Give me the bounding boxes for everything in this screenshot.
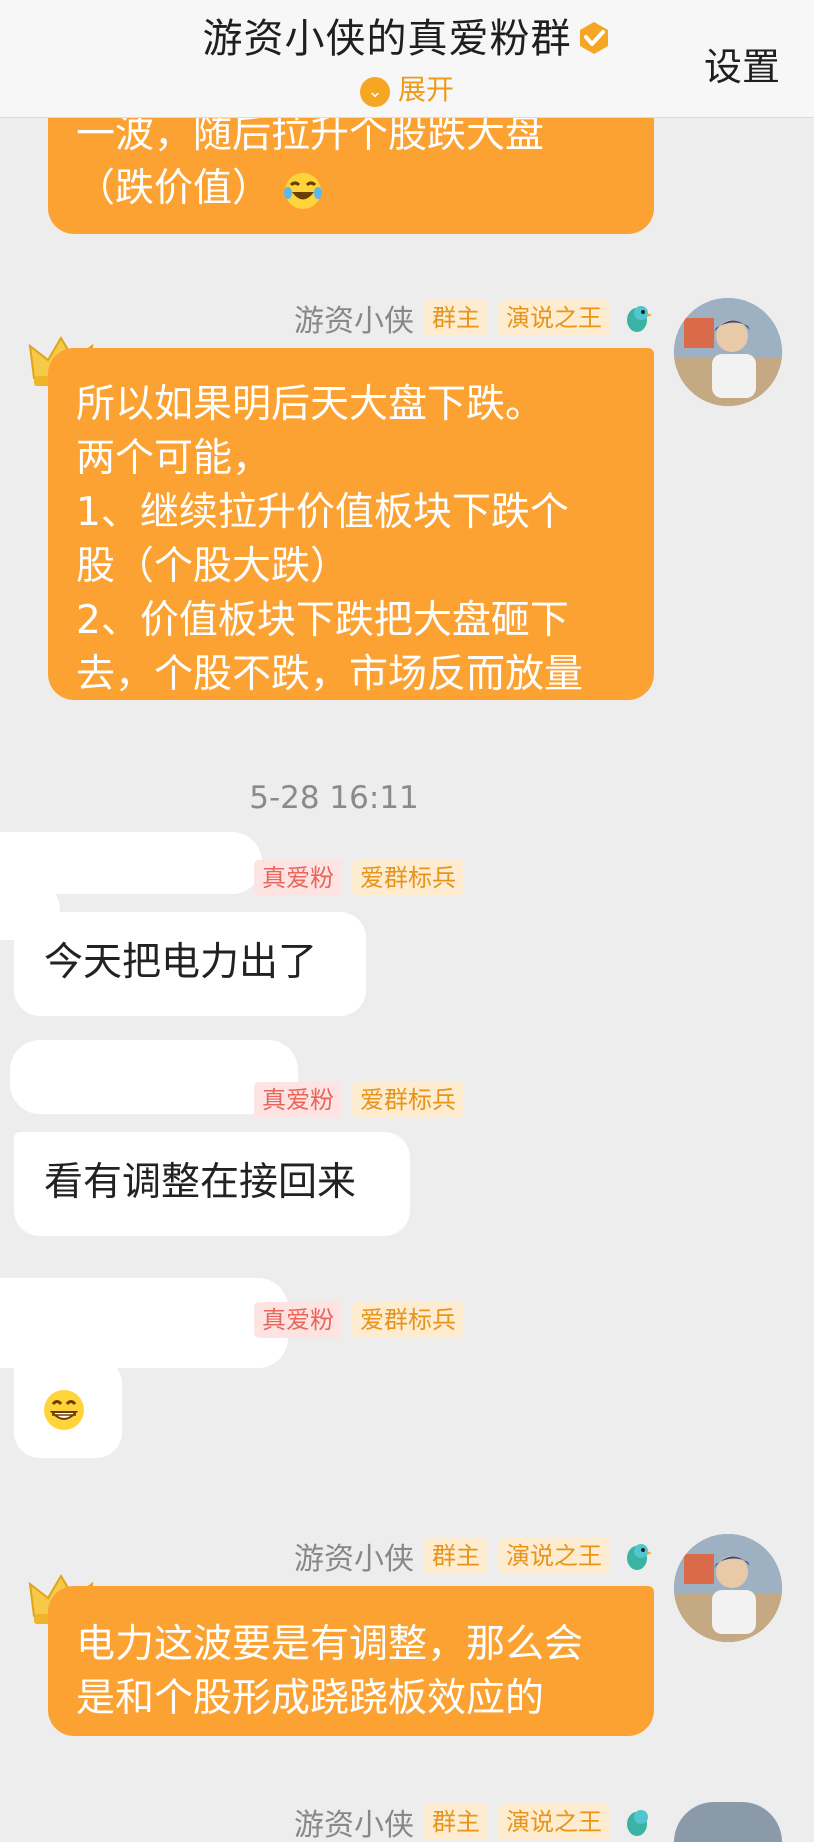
sender-name[interactable]: 游资小侠 — [294, 296, 414, 340]
group-title[interactable]: 游资小侠的真爱粉群 — [0, 6, 814, 64]
message-line: 2、价值板块下跌把大盘砸下 — [76, 598, 569, 643]
message-timestamp: 5-28 16:11 — [249, 780, 419, 816]
avatar[interactable] — [674, 1802, 782, 1842]
owner-badge: 群主 — [424, 300, 488, 336]
message-text: 今天把电力出了 — [44, 940, 318, 985]
owner-badge: 群主 — [424, 1804, 488, 1840]
avatar[interactable] — [674, 1534, 782, 1642]
settings-button[interactable]: 设置 — [704, 36, 780, 91]
title-badge: 演说之王 — [498, 300, 610, 336]
grinning-face-emoji-icon — [44, 1390, 84, 1430]
parrot-icon — [627, 1544, 652, 1570]
expand-label: 展开 — [397, 73, 454, 106]
owner-badge: 群主 — [424, 1538, 488, 1574]
message-line: （跌价值） — [76, 162, 628, 216]
message-line: 电力这波要是有调整，那么会 — [76, 1622, 584, 1667]
sender-row: 真爱粉 爱群标兵 — [254, 1082, 464, 1118]
chevron-down-icon: ⌄ — [359, 77, 390, 107]
member-badge: 爱群标兵 — [352, 1082, 464, 1118]
message-bubble[interactable]: 今天把电力出了 — [14, 912, 366, 1016]
redacted-sender — [0, 1278, 288, 1368]
message-bubble[interactable] — [14, 1358, 122, 1458]
message-bubble[interactable]: 电力这波要是有调整，那么会 是和个股形成跷跷板效应的 — [48, 1586, 654, 1736]
message-bubble[interactable]: 看有调整在接回来 — [14, 1132, 410, 1236]
message-line: 两个可能， — [76, 436, 272, 481]
sender-row: 游资小侠 群主 演说之王 — [294, 1800, 654, 1842]
member-badge: 爱群标兵 — [352, 860, 464, 896]
message-bubble[interactable]: 所以如果明后天大盘下跌。 两个可能， 1、继续拉升价值板块下跌个 股（个股大跌）… — [48, 348, 654, 700]
laughing-tears-emoji-icon — [284, 172, 323, 209]
group-title-text: 游资小侠的真爱粉群 — [202, 16, 572, 62]
message-line: 1、继续拉升价值板块下跌个 — [76, 490, 569, 535]
sender-name[interactable]: 游资小侠 — [294, 1534, 414, 1578]
message-text: 看有调整在接回来 — [44, 1160, 357, 1205]
expand-button[interactable]: ⌄ 展开 — [0, 68, 814, 108]
parrot-icon — [627, 1810, 648, 1836]
sender-row: 游资小侠 群主 演说之王 — [294, 1534, 654, 1578]
verified-badge-icon — [579, 22, 608, 54]
chat-header: 游资小侠的真爱粉群 ⌄ 展开 设置 — [0, 0, 814, 118]
sender-row: 游资小侠 群主 演说之王 — [294, 296, 654, 340]
fan-badge: 真爱粉 — [254, 1302, 342, 1338]
sender-row: 真爱粉 爱群标兵 — [254, 1302, 464, 1338]
parrot-icon — [627, 306, 652, 332]
message-line: 所以如果明后天大盘下跌。 — [76, 382, 545, 427]
avatar-photo-icon — [674, 1534, 782, 1642]
message-line: 去，个股不跌，市场反而放量 — [76, 652, 584, 697]
message-line: 股（个股大跌） — [76, 544, 350, 589]
member-badge: 爱群标兵 — [352, 1302, 464, 1338]
fan-badge: 真爱粉 — [254, 860, 342, 896]
sender-row: 真爱粉 爱群标兵 — [254, 860, 464, 896]
title-badge: 演说之王 — [498, 1538, 610, 1574]
message-line: 是和个股形成跷跷板效应的 — [76, 1676, 545, 1721]
avatar-photo-icon — [674, 298, 782, 406]
sender-name[interactable]: 游资小侠 — [294, 1800, 414, 1842]
title-badge: 演说之王 — [498, 1804, 610, 1840]
avatar[interactable] — [674, 298, 782, 406]
fan-badge: 真爱粉 — [254, 1082, 342, 1118]
